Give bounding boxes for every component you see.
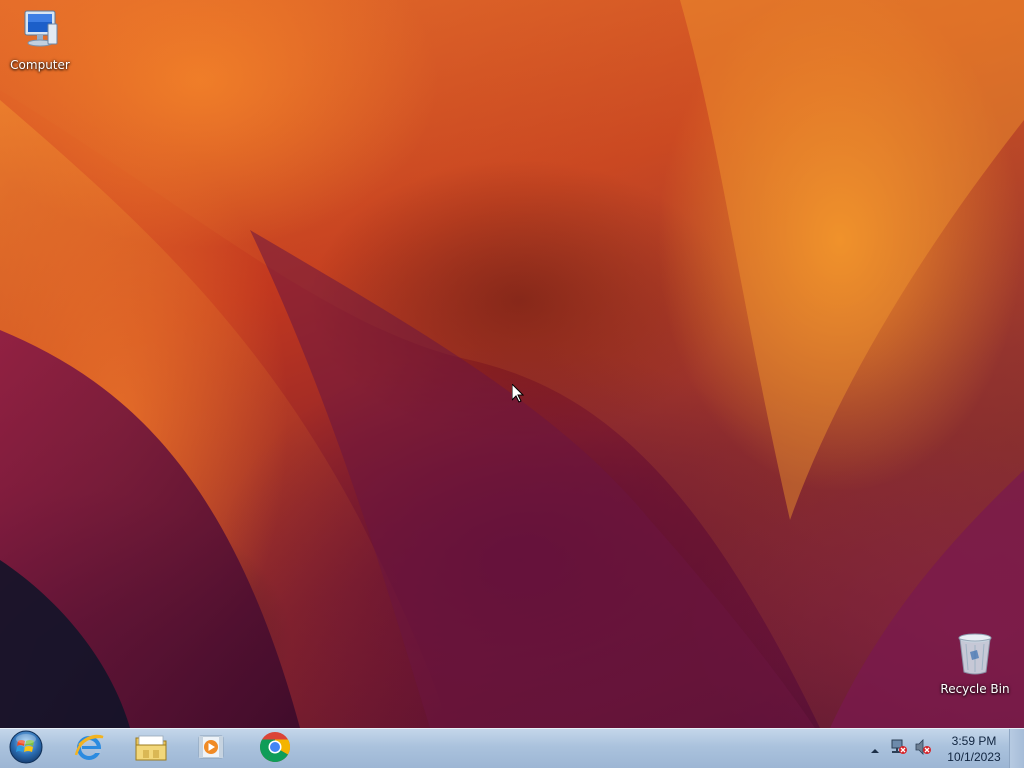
show-desktop-button[interactable] (1009, 729, 1024, 768)
taskbar-button-chrome[interactable] (248, 731, 302, 767)
clock-date: 10/1/2023 (947, 750, 1001, 764)
desktop[interactable]: Computer Recycle Bin (0, 0, 1024, 728)
file-explorer-icon (134, 732, 168, 766)
mouse-cursor-icon (511, 382, 525, 407)
network-disconnected-icon (890, 738, 908, 760)
recycle-bin-icon (937, 632, 1013, 679)
taskbar-button-file-explorer[interactable] (124, 731, 178, 767)
start-button[interactable] (6, 730, 46, 767)
clock-time: 3:59 PM (951, 734, 997, 748)
desktop-icon-label: Computer (10, 58, 70, 72)
chrome-icon (259, 731, 291, 767)
taskbar-button-media-player[interactable] (184, 731, 238, 767)
windows-start-icon (8, 729, 44, 769)
wallpaper-waves (0, 0, 1024, 728)
show-hidden-icons-arrow-icon (870, 740, 880, 759)
taskbar-button-internet-explorer[interactable] (62, 731, 116, 767)
taskbar: 3:59 PM 10/1/2023 (0, 728, 1024, 768)
desktop-icon-label: Recycle Bin (940, 682, 1010, 696)
network-tray-button[interactable] (890, 738, 908, 760)
show-hidden-icons-button[interactable] (866, 740, 884, 758)
system-clock[interactable]: 3:59 PM 10/1/2023 (940, 733, 1008, 765)
computer-icon (2, 8, 78, 55)
volume-tray-button[interactable] (914, 738, 932, 760)
volume-muted-icon (914, 738, 932, 760)
desktop-icon-recycle-bin[interactable]: Recycle Bin (937, 632, 1013, 696)
desktop-icon-computer[interactable]: Computer (2, 8, 78, 72)
media-player-icon (196, 732, 226, 766)
internet-explorer-icon (73, 731, 105, 767)
